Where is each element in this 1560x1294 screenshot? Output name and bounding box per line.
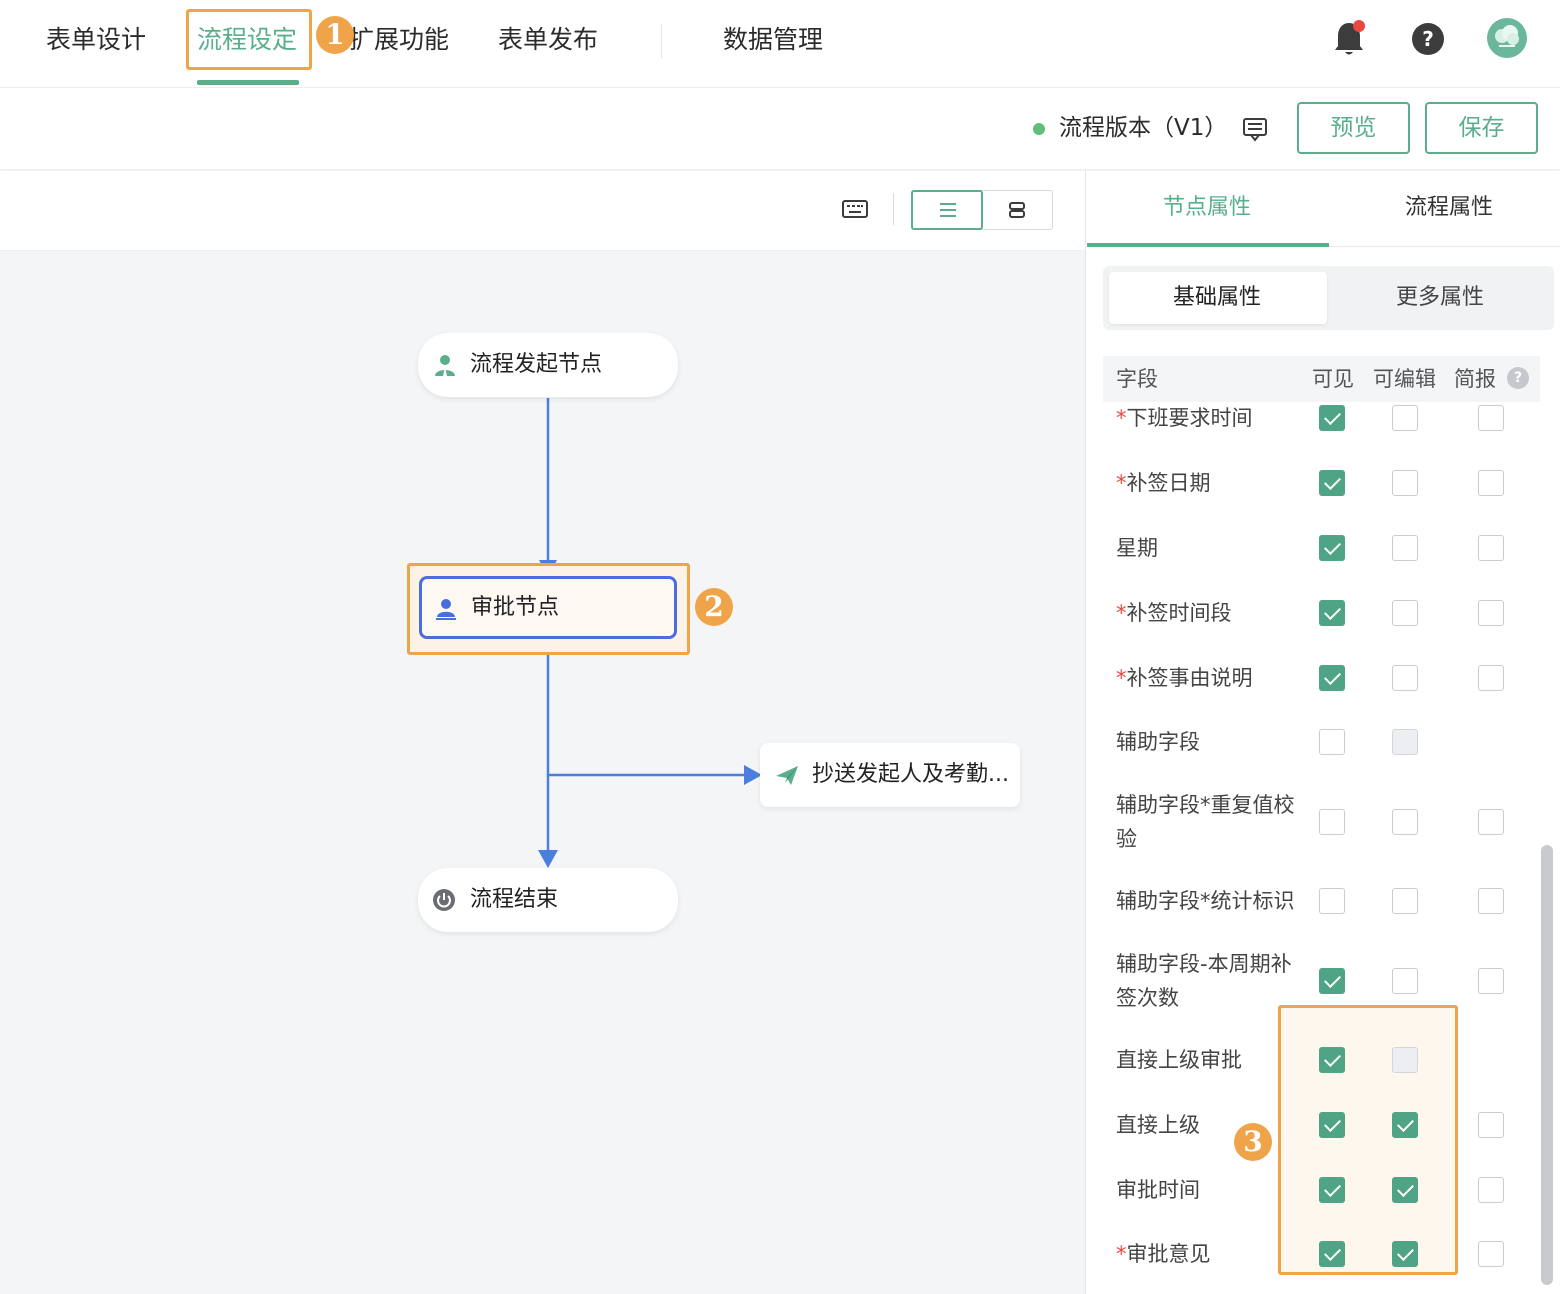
- tab-node-properties[interactable]: 节点属性: [1163, 192, 1251, 224]
- header-brief: 简报: [1454, 367, 1496, 391]
- visible-checkbox[interactable]: [1319, 535, 1345, 561]
- approval-node[interactable]: 审批节点: [419, 576, 677, 639]
- subtab-basic[interactable]: 基础属性: [1173, 283, 1261, 313]
- field-label-text: 补签日期: [1126, 471, 1211, 495]
- annotation-badge-3: 3: [1234, 1123, 1272, 1161]
- field-label: 星期: [1116, 531, 1311, 565]
- avatar[interactable]: [1487, 18, 1527, 58]
- visible-checkbox[interactable]: [1319, 968, 1345, 994]
- editable-checkbox[interactable]: [1392, 535, 1418, 561]
- field-label: *补签日期: [1116, 466, 1311, 500]
- header-visible: 可见: [1312, 367, 1354, 391]
- header-editable: 可编辑: [1373, 367, 1436, 391]
- notification-dot: [1353, 20, 1365, 32]
- field-label: 辅助字段*重复值校验: [1116, 788, 1311, 856]
- brief-checkbox[interactable]: [1478, 665, 1504, 691]
- send-icon: [776, 766, 798, 785]
- editable-checkbox[interactable]: [1392, 405, 1418, 431]
- brief-checkbox[interactable]: [1478, 470, 1504, 496]
- end-node[interactable]: 流程结束: [418, 868, 678, 932]
- editable-checkbox[interactable]: [1392, 888, 1418, 914]
- visible-checkbox[interactable]: [1319, 665, 1345, 691]
- approval-node-label: 审批节点: [471, 595, 560, 620]
- tab-flow-properties[interactable]: 流程属性: [1405, 192, 1493, 224]
- field-label-text: 辅助字段*统计标识: [1116, 889, 1295, 913]
- editable-checkbox[interactable]: [1392, 809, 1418, 835]
- message-icon[interactable]: [1242, 116, 1268, 142]
- editable-checkbox[interactable]: [1392, 665, 1418, 691]
- brief-checkbox[interactable]: [1478, 888, 1504, 914]
- field-label-text: 审批时间: [1116, 1178, 1200, 1202]
- save-button[interactable]: 保存: [1425, 102, 1538, 154]
- question-icon[interactable]: ?: [1507, 367, 1529, 389]
- visible-checkbox[interactable]: [1319, 405, 1345, 431]
- panel-active-tab-underline: [1087, 243, 1329, 247]
- power-icon: [433, 889, 455, 911]
- brief-checkbox[interactable]: [1478, 535, 1504, 561]
- brief-checkbox[interactable]: [1478, 809, 1504, 835]
- end-node-label: 流程结束: [470, 887, 559, 912]
- required-marker: *: [1116, 1242, 1127, 1266]
- field-label: *补签事由说明: [1116, 661, 1311, 695]
- field-label: *补签时间段: [1116, 596, 1311, 630]
- preview-button[interactable]: 预览: [1297, 102, 1410, 154]
- subtab-more[interactable]: 更多属性: [1396, 283, 1484, 313]
- editable-checkbox: [1392, 729, 1418, 755]
- brief-checkbox[interactable]: [1478, 968, 1504, 994]
- cc-node-label: 抄送发起人及考勤...: [812, 762, 1009, 787]
- brief-checkbox[interactable]: [1478, 600, 1504, 626]
- start-node-label: 流程发起节点: [470, 352, 603, 377]
- approver-icon: [436, 599, 456, 620]
- editable-checkbox[interactable]: [1392, 470, 1418, 496]
- visible-checkbox[interactable]: [1319, 600, 1345, 626]
- required-marker: *: [1116, 666, 1127, 690]
- field-label: 辅助字段*统计标识: [1116, 884, 1311, 918]
- field-label: 辅助字段: [1116, 725, 1311, 759]
- visible-checkbox[interactable]: [1319, 888, 1345, 914]
- field-label-text: 直接上级审批: [1116, 1048, 1242, 1072]
- brief-checkbox[interactable]: [1478, 1112, 1504, 1138]
- brief-checkbox[interactable]: [1478, 405, 1504, 431]
- required-marker: *: [1116, 406, 1127, 430]
- highlight-box-3: [1278, 1005, 1458, 1275]
- visible-checkbox[interactable]: [1319, 729, 1345, 755]
- help-icon[interactable]: ?: [1412, 23, 1444, 55]
- editable-checkbox[interactable]: [1392, 968, 1418, 994]
- field-label-text: 审批意见: [1126, 1242, 1211, 1266]
- editable-checkbox[interactable]: [1392, 600, 1418, 626]
- field-label-text: 辅助字段: [1116, 730, 1200, 754]
- field-label-text: 辅助字段-本周期补签次数: [1116, 952, 1292, 1010]
- required-marker: *: [1116, 471, 1127, 495]
- field-label-text: 辅助字段*重复值校验: [1116, 793, 1295, 851]
- brief-checkbox[interactable]: [1478, 1177, 1504, 1203]
- visible-checkbox[interactable]: [1319, 470, 1345, 496]
- cc-node[interactable]: 抄送发起人及考勤...: [760, 743, 1020, 807]
- field-label-text: 直接上级: [1116, 1113, 1200, 1137]
- brief-checkbox[interactable]: [1478, 1241, 1504, 1267]
- panel-scrollbar[interactable]: [1541, 845, 1553, 1285]
- field-label-text: 下班要求时间: [1126, 406, 1253, 430]
- field-label: *下班要求时间: [1116, 401, 1311, 435]
- required-marker: *: [1116, 601, 1127, 625]
- visible-checkbox[interactable]: [1319, 809, 1345, 835]
- start-node[interactable]: 流程发起节点: [418, 333, 678, 397]
- header-field: 字段: [1116, 367, 1158, 391]
- app-root: 表单设计 流程设定 扩展功能 表单发布 数据管理 1 ? 流程版本（V1） 预览…: [0, 0, 1560, 1294]
- annotation-badge-2: 2: [695, 588, 733, 626]
- user-icon: [435, 355, 455, 376]
- field-label-text: 星期: [1116, 536, 1158, 560]
- field-label-text: 补签事由说明: [1126, 666, 1253, 690]
- field-label-text: 补签时间段: [1126, 601, 1232, 625]
